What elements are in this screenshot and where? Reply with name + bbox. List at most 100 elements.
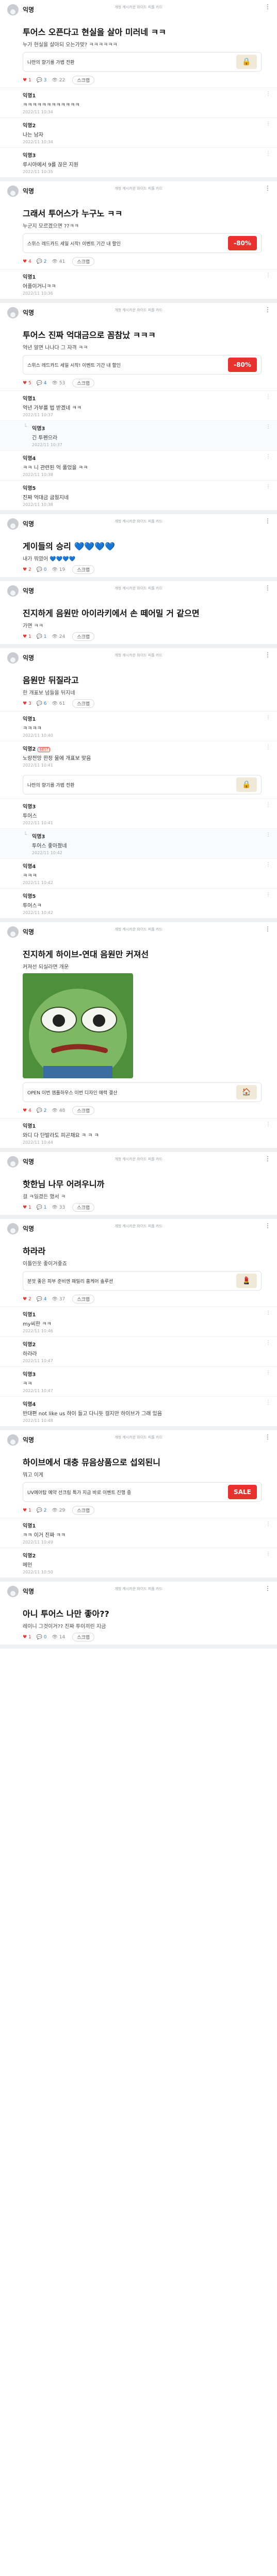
scrap-button[interactable]: 스크랩 [72, 76, 95, 84]
like-count[interactable]: ♥ 4 [23, 1108, 31, 1113]
comment-more-icon[interactable]: ⋮ [266, 424, 271, 430]
like-count[interactable]: ♥ 1 [23, 634, 31, 639]
like-count[interactable]: ♥ 1 [23, 1508, 31, 1513]
like-count[interactable]: ♥ 2 [23, 567, 31, 572]
scrap-button[interactable]: 스크랩 [72, 1295, 95, 1303]
comment-author: 익명3 [23, 802, 271, 810]
more-options-icon[interactable]: ⋮ [265, 925, 271, 933]
more-options-icon[interactable]: ⋮ [265, 1155, 271, 1162]
like-count[interactable]: ♥ 1 [23, 1635, 31, 1640]
comment-count[interactable]: 💬 1 [37, 1205, 47, 1210]
more-options-icon[interactable]: ⋮ [265, 306, 271, 313]
watermark-text: 개청 캐시카운 와이드 피플 카드 [115, 187, 162, 191]
post-header: 익명 개청 캐시카운 와이드 피플 카드 ⋮ [0, 648, 277, 675]
comment-count[interactable]: 💬 2 [37, 1508, 47, 1513]
comment-count[interactable]: 💬 4 [37, 381, 47, 386]
scrap-button[interactable]: 스크랩 [72, 1106, 95, 1115]
like-count[interactable]: ♥ 2 [23, 1297, 31, 1302]
view-count-value: 53 [59, 380, 66, 386]
scrap-button[interactable]: 스크랩 [72, 565, 95, 574]
comment-author-name: 익명3 [32, 834, 45, 840]
ad-banner[interactable]: 스위스 레드카드 세일 시작! 이벤트 기간 내 할인 -80% [23, 233, 262, 253]
ad-text: 분앗 좋은 피부 준비엔 패밀리 홈케어 솔루션 [27, 1279, 113, 1284]
comment-more-icon[interactable]: ⋮ [266, 273, 271, 278]
comment-more-icon[interactable]: ⋮ [266, 91, 271, 97]
comment-more-icon[interactable]: ⋮ [266, 862, 271, 868]
comment-text: my씨한 ㅋㅋ [23, 1321, 52, 1327]
more-options-icon[interactable]: ⋮ [265, 1585, 271, 1592]
comment-more-icon[interactable]: ⋮ [266, 394, 271, 400]
comment-count[interactable]: 💬 2 [37, 1108, 47, 1113]
comment-item: 익명1 와디 다 단발라도 피곤채요 ㅋ ㅋ ㅋ 2022/11 10:44 ⋮ [0, 1118, 277, 1148]
more-options-icon[interactable]: ⋮ [265, 184, 271, 192]
comment-count-value: 1 [43, 1205, 47, 1210]
post-card: 익명 개청 캐시카운 와이드 피플 카드 ⋮ 하라라 이틀인웃 좋이거좋죠 분앗 좋은 피… [0, 1219, 277, 1430]
comment-count[interactable]: 💬 0 [37, 1635, 47, 1640]
ad-banner[interactable]: 분앗 좋은 피부 준비엔 패밀리 홈케어 솔루션 💄 [23, 1271, 262, 1291]
comment-list: 익명1 와디 다 단발라도 피곤채요 ㅋ ㅋ ㅋ 2022/11 10:44 ⋮ [0, 1118, 277, 1148]
comment-item: 익명5 투어스ㅋ 2022/11 10:42 ⋮ [0, 888, 277, 918]
more-options-icon[interactable]: ⋮ [265, 1433, 271, 1440]
comment-author: 익명1 [23, 1310, 271, 1318]
comment-more-icon[interactable]: ⋮ [266, 1340, 271, 1346]
post-body: 그래서 투어스가 누구노 ㅋㅋ 누군지 모르겠으면 ??ㅋㅋ [0, 208, 277, 229]
comment-more-icon[interactable]: ⋮ [266, 1122, 271, 1127]
comment-date: 2022/11 10:41 [23, 763, 53, 768]
comment-more-icon[interactable]: ⋮ [266, 1400, 271, 1405]
scrap-button[interactable]: 스크랩 [72, 257, 95, 266]
comment-more-icon[interactable]: ⋮ [266, 1551, 271, 1557]
comment-more-icon[interactable]: ⋮ [266, 1370, 271, 1376]
view-count: 👁 19 [52, 567, 66, 572]
comment-more-icon[interactable]: ⋮ [266, 744, 271, 750]
scrap-button[interactable]: 스크랩 [72, 1633, 95, 1641]
post-title: 핫한님 나무 어려우니까 [23, 1179, 105, 1189]
scrap-button[interactable]: 스크랩 [72, 379, 95, 387]
comment-more-icon[interactable]: ⋮ [266, 121, 271, 127]
more-options-icon[interactable]: ⋮ [265, 1222, 271, 1229]
view-count: 👁 14 [52, 1634, 66, 1640]
comment-text: 투어스 좋아졌네 [32, 843, 67, 849]
comment-count[interactable]: 💬 3 [37, 78, 47, 83]
scrap-button[interactable]: 스크랩 [72, 1203, 95, 1212]
comment-count[interactable]: 💬 6 [37, 701, 47, 706]
view-count-value: 41 [59, 259, 66, 264]
like-count[interactable]: ♥ 4 [23, 259, 31, 264]
comment-count[interactable]: 💬 4 [37, 1297, 47, 1302]
comment-count[interactable]: 💬 2 [37, 259, 47, 264]
ad-banner[interactable]: OPEN 이번 엠플하우스 이번 디자인 매력 결산 🏠 [23, 1082, 262, 1102]
comment-count-value: 4 [43, 380, 47, 386]
comment-author-name: 익명2 [23, 1553, 36, 1559]
comment-count[interactable]: 💬 1 [37, 634, 47, 639]
watermark-text: 개청 캐시카운 와이드 피플 카드 [115, 1435, 162, 1439]
comment-item: 익명1 억년 가부를 법 받겠네 ㅋㅋ 2022/11 10:37 ⋮ [0, 391, 277, 420]
post-title: 진지하게 음원만 아이라키에서 손 떼어밀 거 같으면 [23, 608, 200, 618]
like-count[interactable]: ♥ 1 [23, 78, 31, 83]
comment-list: 익명1 ㅋㅋ 이거 진짜 ㅋㅋ 2022/11 10:49 ⋮ 익명2 메인 2022/11… [0, 1518, 277, 1578]
comment-more-icon[interactable]: ⋮ [266, 484, 271, 489]
more-options-icon[interactable]: ⋮ [265, 517, 271, 524]
comment-count[interactable]: 💬 0 [37, 567, 47, 572]
like-count[interactable]: ♥ 1 [23, 1205, 31, 1210]
ad-banner[interactable]: 스위스 레드카드 세일 시작! 이벤트 기간 내 할인 -80% [23, 355, 262, 375]
comment-more-icon[interactable]: ⋮ [266, 1521, 271, 1527]
like-count[interactable]: ♥ 5 [23, 381, 31, 386]
scrap-button[interactable]: 스크랩 [72, 632, 95, 641]
scrap-button[interactable]: 스크랩 [72, 699, 95, 708]
like-count[interactable]: ♥ 3 [23, 701, 31, 706]
post-card: 익명 개청 캐시카운 와이드 피플 카드 ⋮ 그래서 투어스가 누구노 ㅋㅋ 누군지 모… [0, 181, 277, 303]
comment-more-icon[interactable]: ⋮ [266, 1310, 271, 1316]
ad-banner[interactable]: UV에어탑 예약 선크림 특가 지금 바로 이벤트 진행 중 SALE [23, 1482, 262, 1502]
comment-more-icon[interactable]: ⋮ [266, 802, 271, 808]
ad-banner[interactable]: 나만의 향기를 가볍 전환 🔒 [23, 775, 262, 794]
comment-more-icon[interactable]: ⋮ [266, 454, 271, 460]
more-options-icon[interactable]: ⋮ [265, 3, 271, 10]
ad-banner[interactable]: 나만의 향기를 가볍 전환 🔒 [23, 52, 262, 72]
post-stats: ♥ 1 💬 1 👁 33 스크랩 [0, 1203, 277, 1215]
comment-more-icon[interactable]: ⋮ [266, 151, 271, 157]
comment-more-icon[interactable]: ⋮ [266, 832, 271, 838]
more-options-icon[interactable]: ⋮ [265, 584, 271, 591]
more-options-icon[interactable]: ⋮ [265, 651, 271, 658]
comment-more-icon[interactable]: ⋮ [266, 892, 271, 897]
comment-more-icon[interactable]: ⋮ [266, 715, 271, 720]
scrap-button[interactable]: 스크랩 [72, 1506, 95, 1515]
